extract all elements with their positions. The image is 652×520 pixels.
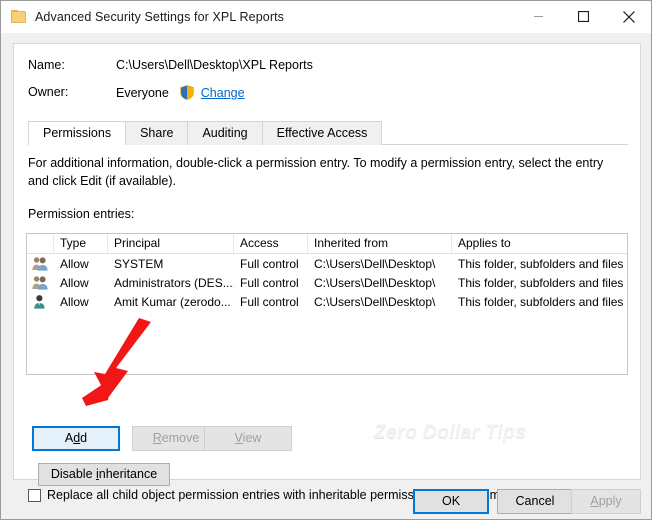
dialog-panel: Name: C:\Users\Dell\Desktop\XPL Reports … (13, 43, 641, 502)
column-header-applies-to[interactable]: Applies to (452, 234, 627, 253)
column-header-type[interactable]: Type (54, 234, 108, 253)
close-button[interactable] (606, 1, 651, 32)
name-value: C:\Users\Dell\Desktop\XPL Reports (116, 58, 313, 72)
column-header-inherited-from[interactable]: Inherited from (308, 234, 452, 253)
cell-type: Allow (60, 294, 89, 309)
cell-principal: Amit Kumar (zerodo... (114, 294, 231, 309)
cell-applies-to: This folder, subfolders and files (458, 256, 624, 271)
group-icon (27, 256, 54, 271)
owner-value-group: Everyone Change (116, 85, 245, 100)
column-header-access[interactable]: Access (234, 234, 308, 253)
minimize-button[interactable] (516, 1, 561, 32)
cell-principal: SYSTEM (114, 256, 164, 271)
window-title: Advanced Security Settings for XPL Repor… (35, 9, 284, 24)
ok-button[interactable]: OK (413, 489, 489, 514)
cell-access: Full control (240, 256, 299, 271)
cell-access: Full control (240, 275, 299, 290)
tab-strip: Permissions Share Auditing Effective Acc… (28, 120, 383, 146)
cell-type: Allow (60, 256, 89, 271)
apply-button[interactable]: Apply (571, 489, 641, 514)
column-header-principal[interactable]: Principal (108, 234, 234, 253)
cell-inherited-from: C:\Users\Dell\Desktop\ (314, 275, 436, 290)
permission-entries-list[interactable]: Type Principal Access Inherited from App… (26, 233, 628, 375)
cell-applies-to: This folder, subfolders and files (458, 294, 624, 309)
cell-access: Full control (240, 294, 299, 309)
folder-icon (11, 9, 27, 24)
tab-permissions[interactable]: Permissions (28, 121, 127, 146)
maximize-button[interactable] (561, 1, 606, 32)
owner-row: Owner: Everyone Change (14, 85, 640, 103)
permission-entries-label: Permission entries: (28, 207, 135, 221)
cell-principal: Administrators (DES.... (114, 275, 234, 290)
replace-child-permissions-checkbox[interactable] (28, 488, 41, 502)
name-label: Name: (28, 58, 65, 72)
table-row[interactable]: Allow SYSTEM Full control C:\Users\Dell\… (27, 254, 627, 273)
info-text: For additional information, double-click… (28, 156, 604, 188)
list-header-row: Type Principal Access Inherited from App… (27, 234, 627, 254)
table-row[interactable]: Allow Administrators (DES.... Full contr… (27, 273, 627, 292)
add-button[interactable]: Add (32, 426, 120, 451)
cell-inherited-from: C:\Users\Dell\Desktop\ (314, 294, 436, 309)
column-header-icon (27, 234, 54, 253)
tab-auditing[interactable]: Auditing (187, 121, 263, 145)
tab-effective-access[interactable]: Effective Access (261, 121, 383, 145)
cell-applies-to: This folder, subfolders and files (458, 275, 624, 290)
window-controls (516, 1, 651, 32)
watermark: Zero Dollar Tips (374, 422, 527, 443)
cell-inherited-from: C:\Users\Dell\Desktop\ (314, 256, 436, 271)
group-icon (27, 275, 54, 290)
name-row: Name: C:\Users\Dell\Desktop\XPL Reports (14, 58, 640, 76)
advanced-security-settings-dialog: Advanced Security Settings for XPL Repor… (0, 0, 652, 520)
cell-type: Allow (60, 275, 89, 290)
owner-value: Everyone (116, 86, 169, 100)
user-icon (27, 294, 54, 309)
view-button[interactable]: View (204, 426, 292, 451)
title-bar: Advanced Security Settings for XPL Repor… (1, 1, 651, 33)
change-owner-link[interactable]: Change (201, 86, 245, 100)
disable-inheritance-button[interactable]: Disable inheritance (38, 463, 170, 486)
table-row[interactable]: Allow Amit Kumar (zerodo... Full control… (27, 292, 627, 311)
shield-icon (180, 85, 194, 100)
owner-label: Owner: (28, 85, 69, 99)
tab-share[interactable]: Share (125, 121, 189, 145)
cancel-button[interactable]: Cancel (497, 489, 573, 514)
